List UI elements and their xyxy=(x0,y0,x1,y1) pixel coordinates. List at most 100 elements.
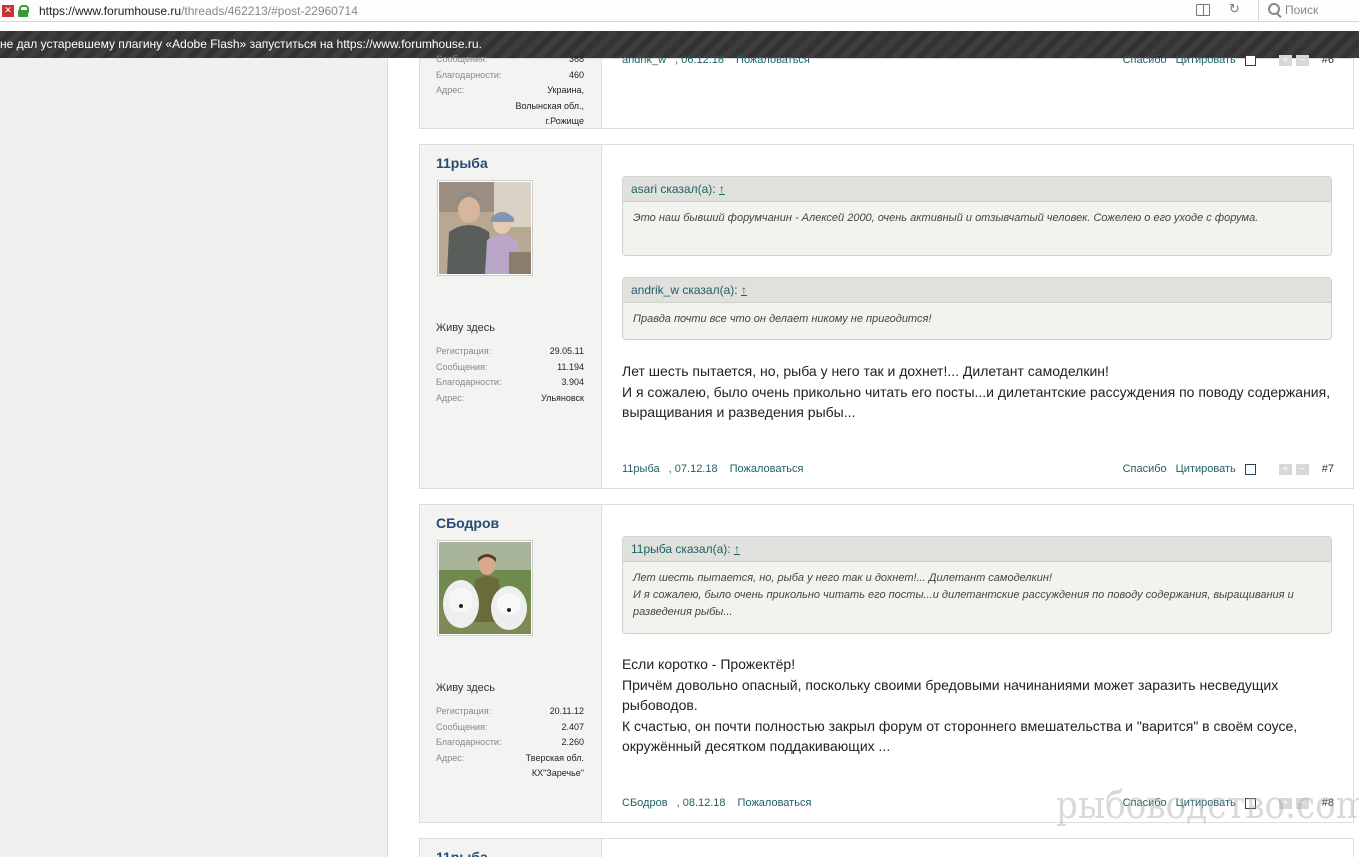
search-box[interactable] xyxy=(1258,0,1359,21)
stat-label: Регистрация: xyxy=(436,346,492,356)
post-author-link[interactable]: andrik_w , 06.12.18 xyxy=(622,54,730,66)
post-7-footer: 11рыба , 07.12.18 Пожаловаться Спасибо Ци… xyxy=(622,463,1334,479)
stat-label: Адрес: xyxy=(436,752,465,763)
message-line: И я сожалею, было очень прикольно читать… xyxy=(622,383,1331,421)
post-6-footer: andrik_w , 06.12.18 Пожаловаться Спасибо … xyxy=(622,54,1334,70)
stat-thanks: Благодарности: 3.904 xyxy=(436,375,584,391)
address-line: Тверская обл. xyxy=(525,752,584,763)
blocked-plugin-icon[interactable]: ✕ xyxy=(2,5,14,17)
stat-value[interactable]: 2.407 xyxy=(561,720,584,736)
thanks-link[interactable]: Спасибо xyxy=(1123,54,1167,66)
quote-line: И я сожалею, было очень прикольно читать… xyxy=(633,589,1294,618)
post-number[interactable]: #7 xyxy=(1322,463,1334,475)
goto-quote-arrow[interactable]: ↑ xyxy=(734,542,740,556)
stat-label: Адрес: xyxy=(436,85,465,95)
quote-text: Это наш бывший форумчанин - Алексей 2000… xyxy=(633,212,1259,224)
post-author-link[interactable]: 11рыба , 07.12.18 xyxy=(622,463,724,475)
multiquote-checkbox[interactable] xyxy=(1244,463,1256,475)
quote-link[interactable]: Цитировать xyxy=(1176,463,1236,475)
left-sidebar xyxy=(0,58,388,857)
goto-quote-arrow[interactable]: ↑ xyxy=(741,283,747,297)
goto-quote-arrow[interactable]: ↑ xyxy=(719,182,725,196)
stat-value: 460 xyxy=(568,69,584,80)
minus-icon[interactable]: − xyxy=(1295,463,1309,475)
stat-value: Ульяновск xyxy=(540,392,584,403)
stat-value: 3.904 xyxy=(561,377,584,387)
avatar-image xyxy=(439,182,531,274)
post-8-user-info: СБодров Живу здесь Регистрация: 20.11.12 … xyxy=(420,505,602,822)
stat-label: Адрес: xyxy=(436,392,465,403)
post-6-user-info: Сообщения: 368 Благодарности: 460 Адрес: Ук… xyxy=(420,54,602,128)
stat-label: Сообщения: xyxy=(436,361,488,372)
report-link[interactable]: Пожаловаться xyxy=(730,463,804,475)
post-7-username[interactable]: 11рыба xyxy=(436,155,488,171)
avatar-image xyxy=(439,542,531,634)
plus-icon[interactable]: + xyxy=(1278,463,1292,475)
author-name: СБодров xyxy=(622,797,668,809)
post-date: , 06.12.18 xyxy=(675,54,725,66)
post-number[interactable]: #6 xyxy=(1322,54,1334,66)
stat-messages: Сообщения: 368 xyxy=(436,52,584,68)
avatar[interactable] xyxy=(437,180,533,276)
avatar[interactable] xyxy=(437,540,533,636)
stat-value: 2.260 xyxy=(561,737,584,747)
post-8-message: Если коротко - Прожектёр! Причём довольн… xyxy=(622,654,1332,757)
quote-author[interactable]: 11рыба сказал(а): xyxy=(631,542,731,556)
search-icon xyxy=(1268,3,1280,15)
browser-url-bar: ✕ https://www.forumhouse.ru/threads/4622… xyxy=(0,0,1359,22)
site-watermark: рыбоводство.com xyxy=(1056,783,1359,827)
quote-block: asari сказал(а): ↑ Это наш бывший форумч… xyxy=(622,176,1332,256)
url-path: /threads/462213/#post-22960714 xyxy=(181,4,358,18)
post-8-user-stats: Регистрация: 20.11.12 Сообщения: 2.407 Бла… xyxy=(436,704,584,782)
quote-author[interactable]: andrik_w сказал(а): xyxy=(631,283,738,297)
post-date: , 08.12.18 xyxy=(676,797,726,809)
forum-post-7: 11рыба Живу здесь Регистрация: 29.05.11 С… xyxy=(419,144,1354,489)
post-7-user-info: 11рыба Живу здесь Регистрация: 29.05.11 С… xyxy=(420,145,602,488)
lock-icon[interactable] xyxy=(18,5,29,17)
address-line: г.Рожище xyxy=(545,116,584,126)
forum-post-6: Сообщения: 368 Благодарности: 460 Адрес: Ук… xyxy=(419,54,1354,129)
url-field[interactable]: https://www.forumhouse.ru/threads/462213… xyxy=(39,4,358,18)
plugin-notification-text: не дал устаревшему плагину «Adobe Flash»… xyxy=(0,37,482,51)
stat-value[interactable]: 11.194 xyxy=(557,360,584,376)
plus-icon[interactable]: + xyxy=(1278,54,1292,66)
quote-author[interactable]: asari сказал(а): xyxy=(631,182,716,196)
author-name: 11рыба xyxy=(622,463,660,475)
user-title: Живу здесь xyxy=(436,682,496,694)
post-6-user-stats: Сообщения: 368 Благодарности: 460 Адрес: Ук… xyxy=(436,52,584,130)
stat-value: Украина, Волынская обл., г.Рожище xyxy=(515,83,584,130)
thanks-link[interactable]: Спасибо xyxy=(1123,463,1167,475)
multiquote-checkbox[interactable] xyxy=(1244,54,1256,66)
post-9-username[interactable]: 11рыба xyxy=(436,849,488,857)
quote-header: asari сказал(а): ↑ xyxy=(623,177,1331,202)
stat-registration: Регистрация: 20.11.12 xyxy=(436,704,584,720)
post-7-message: Лет шесть пытается, но, рыба у него так … xyxy=(622,361,1332,423)
message-line: К счастью, он почти полностью закрыл фор… xyxy=(622,717,1298,755)
stat-label: Благодарности: xyxy=(436,737,502,747)
message-line: Если коротко - Прожектёр! xyxy=(622,656,796,672)
stat-address: Адрес: Тверская обл. КХ"Заречье" xyxy=(436,751,584,782)
message-line: Лет шесть пытается, но, рыба у него так … xyxy=(622,363,1109,379)
stat-label: Сообщения: xyxy=(436,721,488,732)
stat-label: Сообщения: xyxy=(436,54,488,64)
quote-header: andrik_w сказал(а): ↑ xyxy=(623,278,1331,303)
search-input[interactable] xyxy=(1285,3,1355,17)
report-link[interactable]: Пожаловаться xyxy=(736,54,810,66)
quote-text: Лет шесть пытается, но, рыба у него так … xyxy=(623,562,1331,629)
report-link[interactable]: Пожаловаться xyxy=(738,797,812,809)
url-status-icons: ✕ xyxy=(2,4,29,18)
stat-address: Адрес: Ульяновск xyxy=(436,391,584,407)
post-8-username[interactable]: СБодров xyxy=(436,515,499,531)
user-title: Живу здесь xyxy=(436,322,496,334)
forum-post-9: 11рыба xyxy=(419,838,1354,857)
quote-link[interactable]: Цитировать xyxy=(1176,54,1236,66)
minus-icon[interactable]: − xyxy=(1295,54,1309,66)
stat-thanks: Благодарности: 460 xyxy=(436,68,584,84)
stat-label: Регистрация: xyxy=(436,706,492,716)
stat-value: 20.11.12 xyxy=(549,706,584,716)
reload-icon[interactable]: ↻ xyxy=(1229,3,1240,17)
address-line: Волынская обл., xyxy=(515,100,584,111)
post-author-link[interactable]: СБодров , 08.12.18 xyxy=(622,797,732,809)
reader-view-icon[interactable] xyxy=(1196,4,1210,16)
address-line: Украина, xyxy=(547,85,584,95)
